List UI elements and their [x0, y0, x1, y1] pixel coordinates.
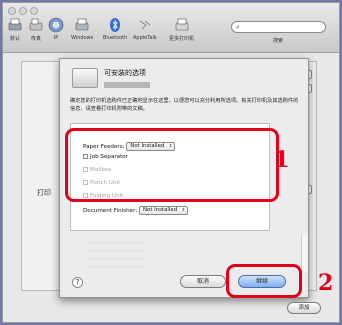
title-bar: 默认 传真 IP Windows Bluetooth AppleTalk 更多打…: [3, 3, 339, 53]
add-label: 添加: [298, 305, 310, 311]
minimize-window-button[interactable]: [19, 7, 27, 15]
document-finisher-row: Document Finisher: Not Installed ⇕: [83, 206, 189, 215]
callout-box-1: [65, 128, 279, 202]
select-arrows-icon: ⇕: [181, 208, 186, 213]
background-scrollbar[interactable]: [301, 235, 308, 271]
printer-model-name: [104, 82, 150, 88]
background-printer-label: 打印: [37, 189, 51, 197]
printer-sheet-icon: [72, 68, 98, 88]
toolbar-more-button[interactable]: 更多打印机: [169, 17, 194, 42]
toolbar-fax-label: 传真: [30, 36, 41, 42]
faded-background-text: [88, 249, 144, 253]
toolbar-default-button[interactable]: 默认: [7, 17, 23, 42]
toolbar-windows-label: Windows: [71, 35, 94, 41]
zoom-window-button[interactable]: [30, 7, 38, 15]
faded-background-text: [88, 265, 144, 269]
appletalk-icon: [139, 20, 151, 30]
search-input[interactable]: ⌕: [231, 21, 326, 33]
ip-icon: [48, 17, 64, 33]
document-finisher-select[interactable]: Not Installed ⇕: [139, 206, 189, 215]
toolbar-default-label: 默认: [9, 36, 20, 42]
cancel-label: 取消: [196, 278, 209, 285]
help-button[interactable]: ?: [72, 277, 83, 288]
toolbar-bluetooth-label: Bluetooth: [103, 35, 128, 41]
default-printer-icon: [8, 18, 22, 31]
document-finisher-label: Document Finisher:: [83, 208, 138, 214]
faded-background-text: [88, 257, 144, 261]
add-button[interactable]: 添加: [287, 302, 321, 314]
help-icon: ?: [75, 278, 80, 286]
more-printers-icon: [175, 18, 188, 31]
screenshot-frame: 默认 传真 IP Windows Bluetooth AppleTalk 更多打…: [2, 2, 340, 323]
search-icon: ⌕: [236, 23, 240, 31]
sheet-description: 确定您的打印机选购件已正确地显示在这里，以便您可以充分利用所选项。有关打印机及其…: [70, 98, 299, 112]
toolbar-ip-label: IP: [53, 35, 59, 41]
toolbar-ip-button[interactable]: IP: [48, 17, 64, 41]
sheet-title: 可安装的选项: [104, 69, 146, 77]
fax-icon: [29, 18, 43, 31]
toolbar-windows-button[interactable]: Windows: [71, 17, 93, 41]
callout-number-1: 1: [274, 147, 290, 173]
close-window-button[interactable]: [8, 7, 16, 15]
document-finisher-value: Not Installed: [143, 207, 178, 213]
cancel-button[interactable]: 取消: [180, 275, 226, 288]
bluetooth-icon: [110, 18, 121, 32]
toolbar-fax-button[interactable]: 传真: [28, 17, 44, 42]
windows-icon: [75, 18, 89, 31]
callout-box-2: [226, 264, 302, 298]
search-label: 搜索: [273, 38, 284, 44]
toolbar-more-label: 更多打印机: [169, 36, 195, 42]
faded-background-text: [88, 241, 144, 245]
toolbar-appletalk-label: AppleTalk: [133, 35, 157, 41]
callout-number-2: 2: [318, 270, 334, 296]
toolbar-bluetooth-button[interactable]: Bluetooth: [103, 17, 127, 41]
toolbar-appletalk-button[interactable]: AppleTalk: [133, 17, 157, 41]
